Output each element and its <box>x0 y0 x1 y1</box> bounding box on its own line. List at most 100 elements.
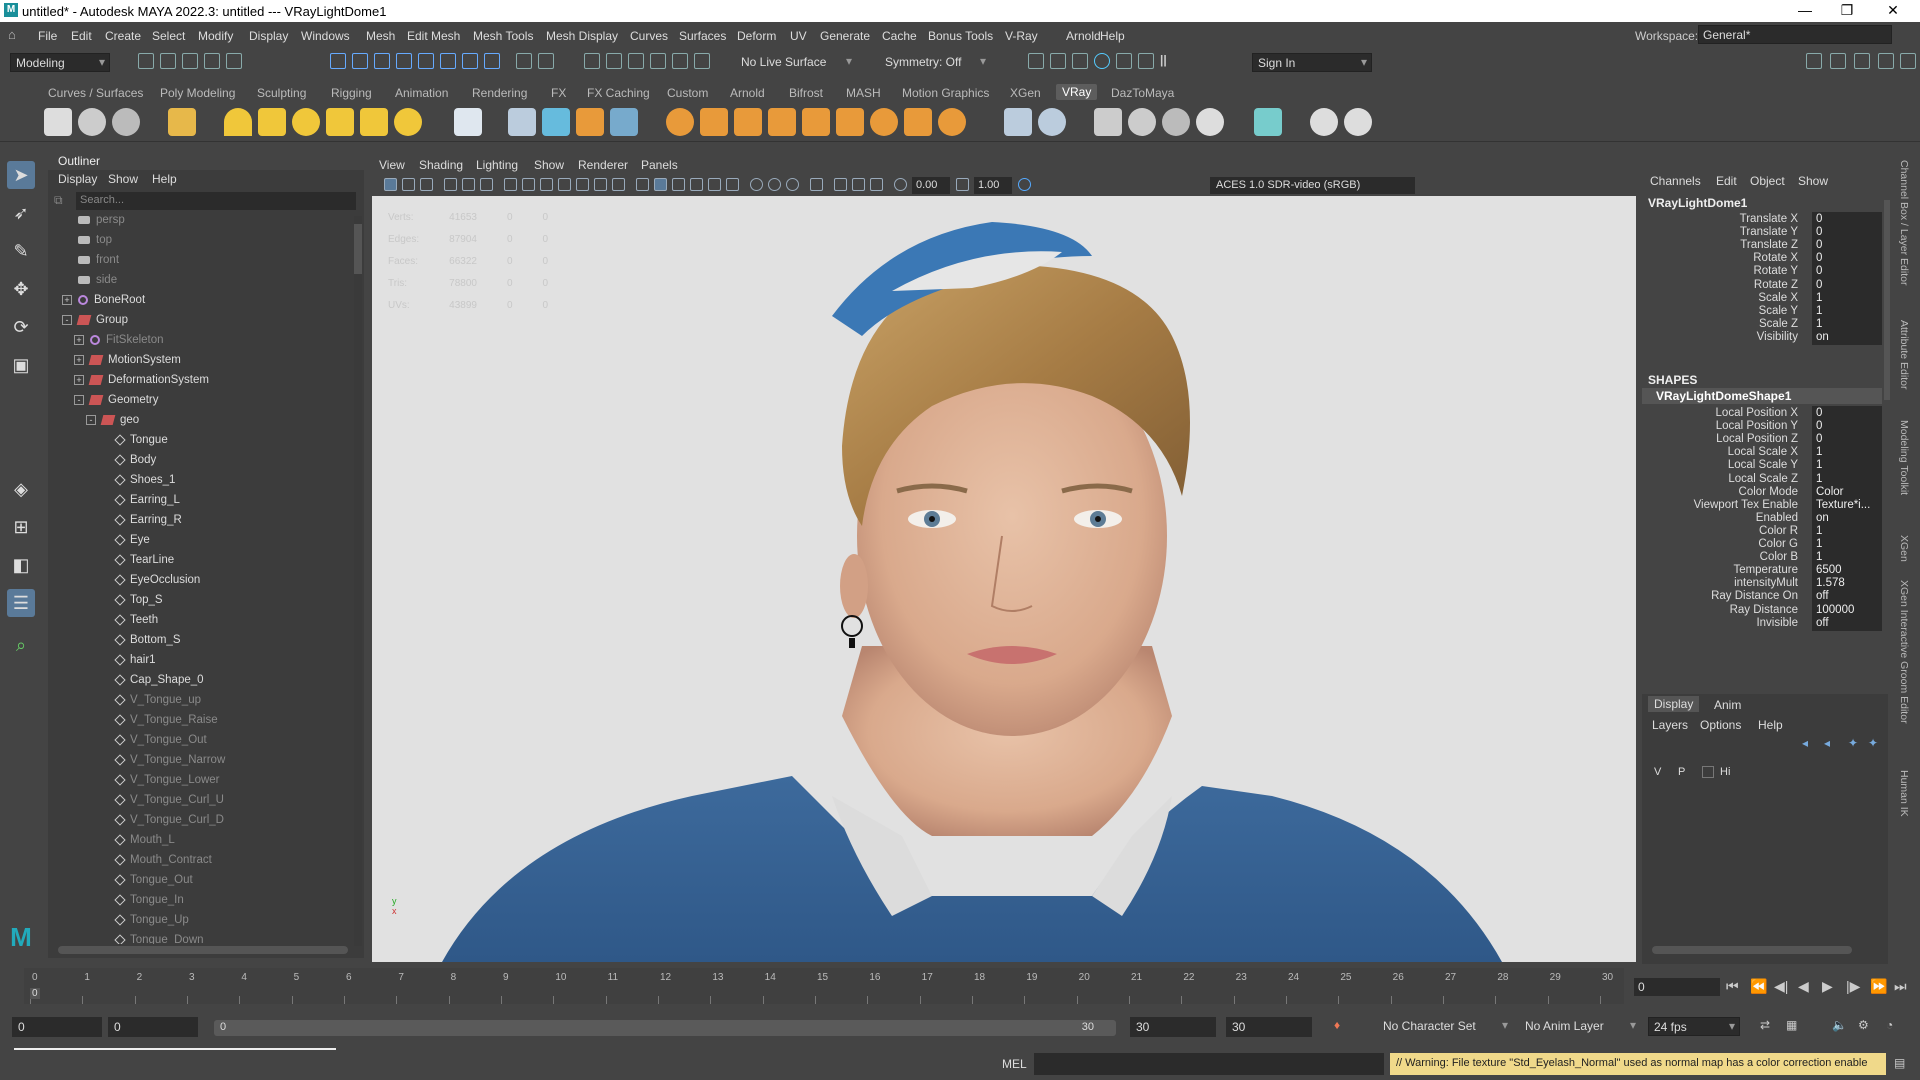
side-tab-xgen-groom[interactable]: XGen Interactive Groom Editor <box>1898 580 1910 724</box>
channel-box-menu-edit[interactable]: Edit <box>1716 174 1737 188</box>
hand-icon[interactable] <box>1094 108 1122 136</box>
shelf-tab-mash[interactable]: MASH <box>846 86 881 100</box>
proxy-export-icon[interactable] <box>542 108 570 136</box>
side-tab-modeling-toolkit[interactable]: Modeling Toolkit <box>1898 420 1910 495</box>
loop-icon[interactable]: ⇄ <box>1760 1018 1770 1032</box>
layer-visibility-toggle[interactable]: V <box>1654 766 1661 778</box>
color-wheel-icon[interactable] <box>1128 108 1156 136</box>
gamma-field[interactable]: 1.00 <box>974 177 1012 194</box>
shelf-tab-daztomaya[interactable]: DazToMaya <box>1111 86 1174 100</box>
outliner-search-input[interactable]: Search... <box>76 192 356 210</box>
new-layer-selected-icon[interactable]: ✦ <box>1868 736 1878 750</box>
side-tab-channel-box[interactable]: Channel Box / Layer Editor <box>1898 160 1910 286</box>
outliner-menu-display[interactable]: Display <box>58 172 97 186</box>
gate-mask-icon[interactable] <box>558 178 571 191</box>
exposure-icon[interactable] <box>894 178 907 191</box>
spot-light-icon[interactable] <box>258 108 286 136</box>
vray-settings-icon[interactable] <box>168 108 196 136</box>
menu-curves[interactable]: Curves <box>630 29 668 43</box>
shelf-tab-rendering[interactable]: Rendering <box>472 86 527 100</box>
outliner-item[interactable]: + DeformationSystem <box>74 374 209 394</box>
snap-point-icon[interactable] <box>440 53 456 69</box>
outliner-item[interactable]: Tongue_Out <box>98 874 193 894</box>
outliner-item[interactable]: top <box>62 234 112 254</box>
exposure-field[interactable]: 0.00 <box>912 177 950 194</box>
layer-menu-options[interactable]: Options <box>1700 718 1741 732</box>
play-backwards-icon[interactable]: ◀ <box>1798 978 1809 995</box>
attribute-editor-toggle-icon[interactable] <box>1854 53 1870 69</box>
modeling-toolkit-icon[interactable] <box>1806 53 1822 69</box>
menu-generate[interactable]: Generate <box>820 29 870 43</box>
outliner-item[interactable]: V_Tongue_Curl_D <box>98 814 224 834</box>
vray-utility-icon[interactable] <box>1254 108 1282 136</box>
menu-create[interactable]: Create <box>105 29 141 43</box>
smooth-shade-icon[interactable] <box>654 178 667 191</box>
menu-set-dropdown[interactable]: Modeling <box>10 53 110 72</box>
shelf-tab-fx[interactable]: FX <box>551 86 566 100</box>
material-icon[interactable] <box>666 108 694 136</box>
range-slider[interactable]: 0 30 <box>214 1020 1116 1036</box>
tab-display[interactable]: Display <box>1648 696 1700 712</box>
current-time-marker[interactable]: 0 <box>30 988 40 999</box>
single-perspective-view-icon[interactable]: ◈ <box>7 475 35 503</box>
view-transform-dropdown[interactable]: ACES 1.0 SDR-video (sRGB) <box>1210 177 1415 194</box>
outliner-item[interactable]: Tongue_Up <box>98 914 189 934</box>
viewport-panel[interactable]: View Shading Lighting Show Renderer Pane… <box>372 154 1636 962</box>
moon-icon[interactable] <box>870 108 898 136</box>
save-scene-icon[interactable] <box>182 53 198 69</box>
menu-uv[interactable]: UV <box>790 29 807 43</box>
plugin-icon[interactable] <box>1310 108 1338 136</box>
viewport-menu-renderer[interactable]: Renderer <box>578 158 628 172</box>
layer-menu-layers[interactable]: Layers <box>1652 718 1688 732</box>
viewport-menu-lighting[interactable]: Lighting <box>476 158 518 172</box>
menu-edit[interactable]: Edit <box>71 29 92 43</box>
snap-together-icon[interactable] <box>694 53 710 69</box>
select-by-object-icon[interactable] <box>352 53 368 69</box>
viewport-menu-view[interactable]: View <box>379 158 405 172</box>
rotate-tool-icon[interactable]: ⟳ <box>7 313 35 341</box>
outliner-h-scrollbar[interactable] <box>58 946 348 954</box>
go-to-start-icon[interactable]: ⏮ <box>1726 978 1739 995</box>
go-to-end-icon[interactable]: ⏭ <box>1894 978 1907 995</box>
shelf-tab-animation[interactable]: Animation <box>395 86 448 100</box>
paint-select-tool-icon[interactable]: ✎ <box>7 237 35 265</box>
channel-box-menu-channels[interactable]: Channels <box>1650 174 1701 188</box>
color-management-icon[interactable] <box>1018 178 1031 191</box>
step-forward-frame-icon[interactable]: |▶ <box>1846 978 1860 995</box>
playback-start-field[interactable]: 0 <box>108 1017 198 1037</box>
script-editor-icon[interactable]: ▤ <box>1894 1056 1905 1070</box>
xray-components-icon[interactable] <box>870 178 883 191</box>
outliner-layout-icon[interactable]: ☰ <box>7 589 35 617</box>
layer-h-scrollbar[interactable] <box>1652 946 1852 954</box>
expand-toggle-icon[interactable]: - <box>74 394 84 405</box>
sphere-light-icon[interactable] <box>292 108 320 136</box>
isolate-select-icon[interactable] <box>810 178 823 191</box>
motion-blur-icon[interactable] <box>768 178 781 191</box>
viewport-menu-show[interactable]: Show <box>534 158 564 172</box>
character-set-dropdown[interactable]: No Character Set <box>1378 1017 1512 1036</box>
menu-display[interactable]: Display <box>249 29 288 43</box>
workspace-dropdown[interactable]: General* <box>1698 25 1892 44</box>
step-back-key-icon[interactable]: ⏪ <box>1750 978 1767 995</box>
home-icon[interactable]: ⌂ <box>8 27 16 42</box>
scene-end-field[interactable]: 30 <box>1226 1017 1312 1037</box>
outliner-item[interactable]: Earring_R <box>98 514 182 534</box>
channel-box-scrollbar[interactable] <box>1884 200 1890 400</box>
render-view-icon[interactable] <box>1116 53 1132 69</box>
menu-file[interactable]: File <box>38 29 57 43</box>
select-by-hierarchy-icon[interactable] <box>330 53 346 69</box>
resolution-gate-icon[interactable] <box>540 178 553 191</box>
step-back-frame-icon[interactable]: ◀| <box>1774 978 1788 995</box>
paint-select-icon[interactable] <box>606 53 622 69</box>
outliner-item[interactable]: persp <box>62 214 125 234</box>
layer-name[interactable]: Hi <box>1720 766 1730 778</box>
grass-icon[interactable] <box>734 108 762 136</box>
outliner-item[interactable]: Shoes_1 <box>98 474 175 494</box>
gear-icon[interactable] <box>938 108 966 136</box>
outliner-item[interactable]: + FitSkeleton <box>74 334 164 354</box>
layer-row[interactable]: V P Hi <box>1650 764 1880 782</box>
env-fog-icon[interactable] <box>1038 108 1066 136</box>
grid-icon[interactable] <box>504 178 517 191</box>
grease-pencil-icon[interactable] <box>480 178 493 191</box>
character-controls-icon[interactable] <box>1830 53 1846 69</box>
